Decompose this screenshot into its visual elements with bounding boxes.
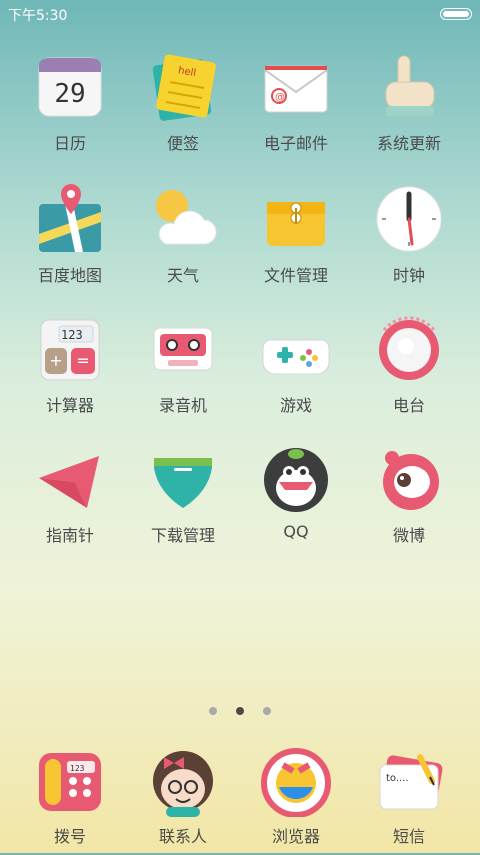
battery-icon bbox=[440, 8, 472, 20]
app-email[interactable]: @ 电子邮件 bbox=[240, 40, 352, 160]
dock: 123 拨号 联系人 浏览器 to.... 短信 bbox=[0, 735, 480, 853]
app-label: 百度地图 bbox=[37, 266, 102, 285]
app-label: 浏览器 bbox=[271, 827, 320, 846]
status-bar: 下午5:30 bbox=[0, 0, 480, 26]
svg-text:@: @ bbox=[275, 92, 285, 103]
calculator-icon: 123 + = bbox=[40, 319, 100, 381]
app-label: 文件管理 bbox=[263, 266, 328, 285]
svg-text:123: 123 bbox=[70, 764, 85, 773]
app-label: 录音机 bbox=[158, 396, 207, 415]
svg-text:123: 123 bbox=[61, 328, 83, 342]
phone-dialer-icon: 123 bbox=[39, 753, 101, 811]
app-dialer[interactable]: 123 拨号 bbox=[14, 735, 126, 855]
page-dot-active[interactable] bbox=[236, 707, 244, 715]
app-label: 电台 bbox=[392, 396, 425, 415]
app-baidu-map[interactable]: 百度地图 bbox=[14, 172, 126, 292]
app-label: 游戏 bbox=[279, 396, 312, 415]
app-label: 指南针 bbox=[45, 526, 94, 545]
app-qq[interactable]: QQ bbox=[240, 432, 352, 552]
app-compass[interactable]: 指南针 bbox=[14, 432, 126, 552]
app-label: 联系人 bbox=[158, 827, 207, 846]
page-dot[interactable] bbox=[208, 707, 217, 715]
app-recorder[interactable]: 录音机 bbox=[127, 302, 239, 422]
app-label: 计算器 bbox=[45, 396, 94, 415]
email-icon: @ bbox=[264, 65, 328, 113]
weather-icon bbox=[156, 190, 217, 245]
app-clock[interactable]: 时钟 bbox=[353, 172, 465, 292]
app-label: 拨号 bbox=[53, 827, 86, 846]
folder-icon bbox=[267, 202, 325, 246]
qq-penguin-icon bbox=[264, 448, 328, 512]
svg-text:=: = bbox=[76, 351, 89, 370]
app-messaging[interactable]: to.... 短信 bbox=[353, 735, 465, 855]
app-label: 便签 bbox=[166, 134, 199, 153]
app-radio[interactable]: 电台 bbox=[353, 302, 465, 422]
app-label: 时钟 bbox=[392, 266, 425, 285]
app-label: 天气 bbox=[166, 266, 199, 285]
contacts-icon bbox=[153, 751, 213, 817]
app-weather[interactable]: 天气 bbox=[127, 172, 239, 292]
download-icon bbox=[154, 458, 212, 508]
svg-text:29: 29 bbox=[54, 79, 85, 109]
app-label: 下载管理 bbox=[150, 526, 215, 545]
app-weibo[interactable]: 微博 bbox=[353, 432, 465, 552]
map-icon bbox=[39, 184, 101, 252]
gamepad-icon bbox=[262, 339, 330, 375]
radio-icon bbox=[379, 316, 439, 380]
app-browser[interactable]: 浏览器 bbox=[240, 735, 352, 855]
app-label: 日历 bbox=[53, 134, 86, 153]
app-notes[interactable]: hell 便签 bbox=[127, 40, 239, 160]
browser-icon bbox=[261, 748, 331, 817]
notes-icon: hell bbox=[152, 54, 216, 121]
app-label: 微博 bbox=[392, 526, 425, 545]
svg-text:+: + bbox=[49, 351, 62, 370]
messaging-icon: to.... bbox=[379, 754, 443, 810]
system-update-icon bbox=[385, 55, 435, 116]
compass-icon bbox=[39, 456, 99, 508]
app-label: 短信 bbox=[392, 827, 425, 846]
app-calendar[interactable]: 29 日历 bbox=[14, 40, 126, 160]
status-time: 下午5:30 bbox=[8, 8, 68, 24]
app-games[interactable]: 游戏 bbox=[240, 302, 352, 422]
app-system-update[interactable]: 系统更新 bbox=[353, 40, 465, 160]
app-label: 系统更新 bbox=[376, 134, 441, 153]
page-dot[interactable] bbox=[263, 707, 272, 715]
app-download-manager[interactable]: 下载管理 bbox=[127, 432, 239, 552]
svg-text:to....: to.... bbox=[386, 773, 409, 784]
page-indicator bbox=[0, 700, 480, 719]
calendar-icon: 29 bbox=[38, 57, 102, 117]
app-file-manager[interactable]: 文件管理 bbox=[240, 172, 352, 292]
clock-icon bbox=[376, 186, 442, 252]
app-label: 电子邮件 bbox=[263, 134, 328, 153]
app-calculator[interactable]: 123 + = 计算器 bbox=[14, 302, 126, 422]
recorder-icon bbox=[153, 327, 213, 371]
app-label: QQ bbox=[283, 522, 309, 541]
weibo-icon bbox=[383, 451, 439, 510]
app-contacts[interactable]: 联系人 bbox=[127, 735, 239, 855]
